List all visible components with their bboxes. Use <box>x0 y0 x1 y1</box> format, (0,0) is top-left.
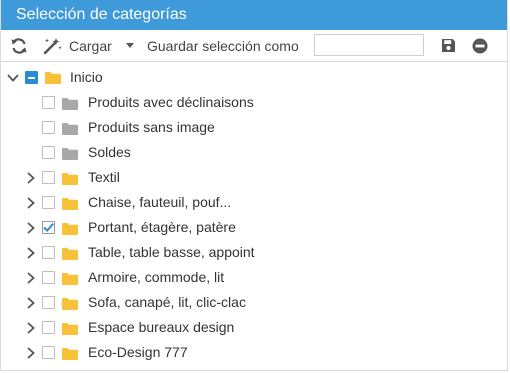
chevron-right-icon[interactable] <box>26 272 36 284</box>
selection-name-input[interactable] <box>314 34 424 56</box>
folder-icon <box>62 322 78 335</box>
toolbar: Cargar Guardar selección como <box>1 30 507 62</box>
chevron-right-icon[interactable] <box>26 322 36 334</box>
tree-item-row[interactable]: Chaise, fauteuil, pouf... <box>1 190 507 215</box>
folder-icon <box>62 122 78 135</box>
tree-item-row[interactable]: Produits sans image <box>1 115 507 140</box>
save-selection-label: Guardar selección como <box>147 37 299 54</box>
load-button[interactable]: Cargar <box>41 30 112 61</box>
tree-item-label: Produits avec déclinaisons <box>88 94 254 110</box>
load-label: Cargar <box>69 37 112 54</box>
tree-item-row[interactable]: Espace bureaux design <box>1 315 507 340</box>
tree-item-checkbox[interactable] <box>42 321 55 334</box>
folder-icon <box>62 197 78 210</box>
tree-item-label: Chaise, fauteuil, pouf... <box>88 194 232 210</box>
tree-item-checkbox[interactable] <box>42 196 55 209</box>
chevron-right-icon[interactable] <box>26 222 36 234</box>
load-dropdown-toggle[interactable] <box>123 30 137 61</box>
tree-item-checkbox[interactable] <box>42 146 55 159</box>
folder-icon <box>45 72 61 84</box>
tree-item-label: Armoire, commode, lit <box>88 269 225 285</box>
chevron-right-icon[interactable] <box>26 197 36 209</box>
minus-circle-icon <box>472 38 488 53</box>
tree-item-row[interactable]: Textil <box>1 165 507 190</box>
folder-icon <box>62 297 78 310</box>
tree-item-label: Sofa, canapé, lit, clic-clac <box>88 294 246 310</box>
tree-item-label: Espace bureaux design <box>88 319 235 335</box>
tree-item-checkbox[interactable] <box>42 221 55 234</box>
root-checkbox[interactable] <box>25 71 38 84</box>
folder-icon <box>62 247 78 260</box>
chevron-right-icon[interactable] <box>26 172 36 184</box>
tree-item-checkbox[interactable] <box>42 346 55 359</box>
tree-item-checkbox[interactable] <box>42 121 55 134</box>
chevron-right-icon[interactable] <box>26 247 36 259</box>
tree-item-label: Eco-Design 777 <box>88 344 188 360</box>
folder-icon <box>62 147 78 160</box>
tree-item-checkbox[interactable] <box>42 96 55 109</box>
magic-wand-icon <box>43 37 62 54</box>
tree-item-label: Soldes <box>88 144 131 160</box>
tree-item-checkbox[interactable] <box>42 296 55 309</box>
tree-item-label: Portant, étagère, patère <box>88 219 236 235</box>
delete-selection-button[interactable] <box>471 30 489 61</box>
tree-item-checkbox[interactable] <box>42 246 55 259</box>
tree-item-row[interactable]: Table, table basse, appoint <box>1 240 507 265</box>
caret-down-icon <box>126 42 134 48</box>
folder-icon <box>62 97 78 110</box>
checkmark-icon <box>43 222 54 233</box>
refresh-icon <box>11 37 27 54</box>
tree-root-row[interactable]: Inicio <box>1 65 507 90</box>
tree-item-row[interactable]: Armoire, commode, lit <box>1 265 507 290</box>
category-selection-panel: Selección de categorías Cargar Guardar s… <box>0 0 508 371</box>
chevron-down-icon[interactable] <box>7 73 19 83</box>
folder-icon <box>62 222 78 235</box>
tree-item-row[interactable]: Eco-Design 777 <box>1 340 507 365</box>
tree-item-row[interactable]: Sofa, canapé, lit, clic-clac <box>1 290 507 315</box>
tree-item-label: Textil <box>88 169 120 185</box>
tree-item-row[interactable]: Produits avec déclinaisons <box>1 90 507 115</box>
tree-item-row[interactable]: Portant, étagère, patère <box>1 215 507 240</box>
folder-icon <box>62 272 78 285</box>
floppy-disk-icon <box>441 39 455 52</box>
folder-icon <box>62 172 78 185</box>
root-label: Inicio <box>70 69 103 85</box>
tree-item-label: Produits sans image <box>88 119 215 135</box>
panel-title: Selección de categorías <box>1 0 507 30</box>
tree-item-checkbox[interactable] <box>42 171 55 184</box>
chevron-right-icon[interactable] <box>26 297 36 309</box>
tree-item-row[interactable]: Soldes <box>1 140 507 165</box>
tree-item-label: Table, table basse, appoint <box>88 244 255 260</box>
save-button[interactable] <box>439 30 457 61</box>
tree-item-checkbox[interactable] <box>42 271 55 284</box>
refresh-button[interactable] <box>9 30 29 61</box>
folder-icon <box>62 347 78 360</box>
chevron-right-icon[interactable] <box>26 347 36 359</box>
